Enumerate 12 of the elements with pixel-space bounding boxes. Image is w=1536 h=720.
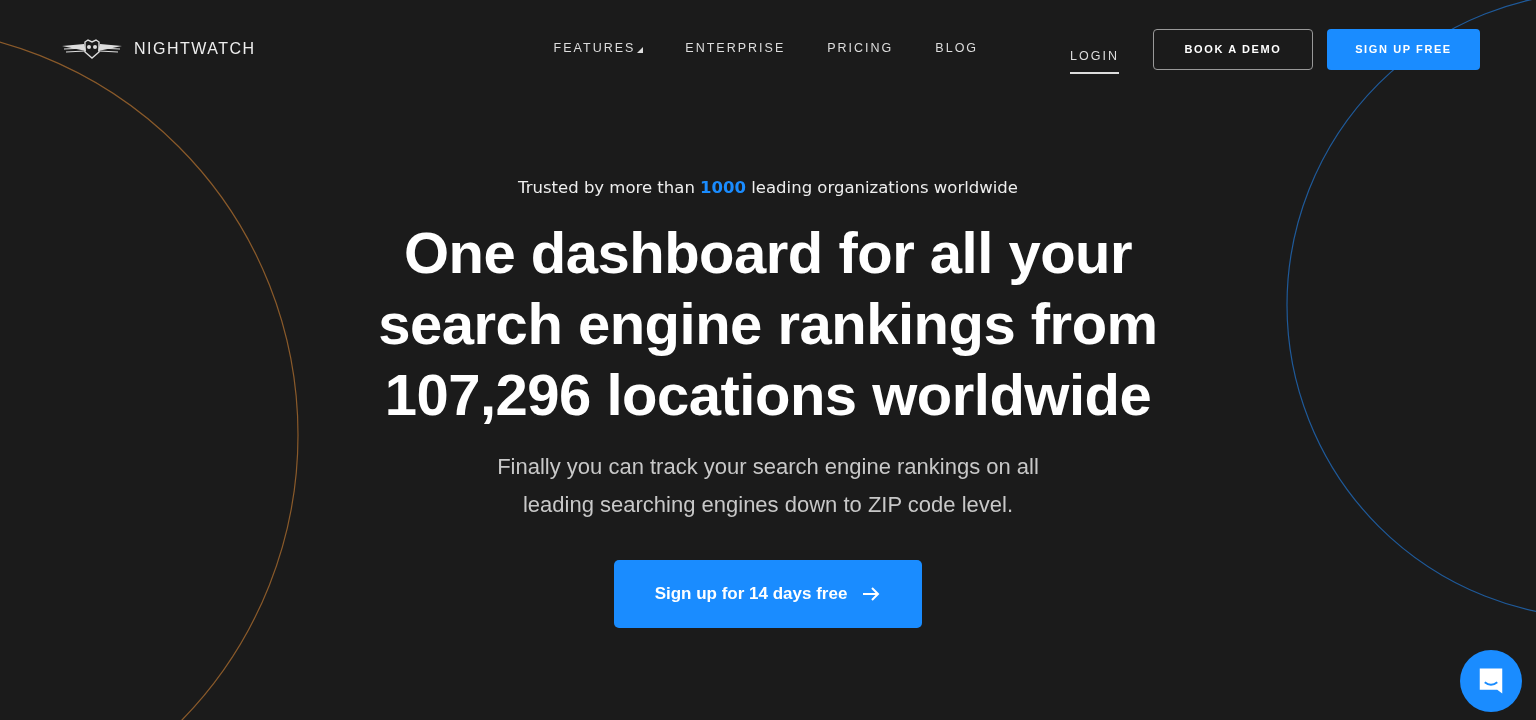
caret-icon <box>637 47 644 53</box>
nav-link[interactable]: BLOG <box>935 33 979 65</box>
nav-link[interactable]: ENTERPRISE <box>685 33 786 65</box>
demo-button[interactable]: BOOK A DEMO <box>1153 28 1313 70</box>
subtitle: Finally you can track your search engine rankings on all leading searching engines down to ZIP code level. <box>497 453 1039 519</box>
brand-name[interactable]: NIGHTWATCH <box>134 40 256 58</box>
arrow-icon <box>861 586 882 602</box>
nav-link[interactable]: FEATURES <box>553 33 644 65</box>
headline: One dashboard for all your search engine rankings from 107,296 locations worldwide <box>378 219 1158 429</box>
nav-link[interactable]: PRICING <box>827 33 894 65</box>
tagline: Trusted by more than 1000 leading organizations worldwide <box>518 178 1018 197</box>
nav-link[interactable]: LOGIN <box>1070 40 1119 74</box>
